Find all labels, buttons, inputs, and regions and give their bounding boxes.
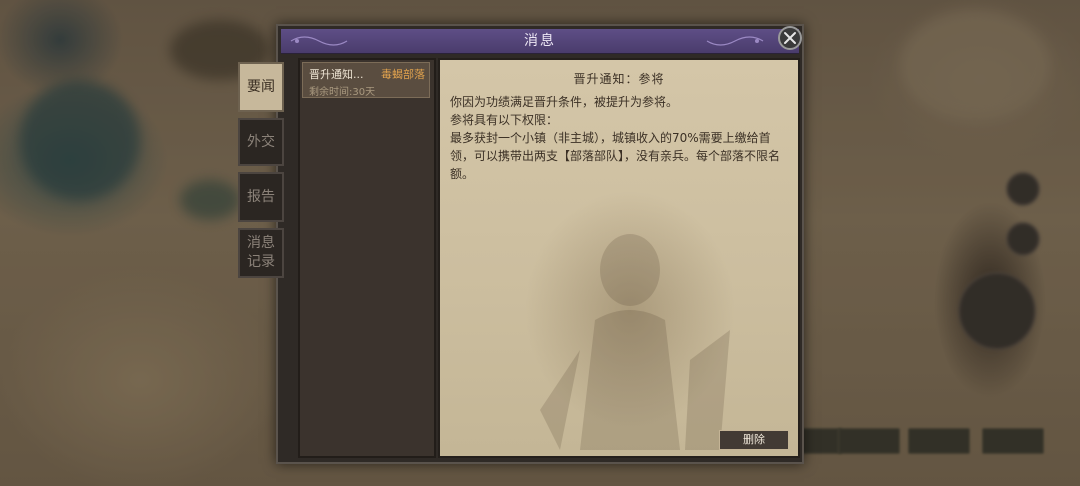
- message-dialog: 消息 要闻 外交 报告 消息 记录 晋升通知... 毒蝎部落 剩余时间:30天: [238, 24, 804, 464]
- tab-report[interactable]: 报告: [238, 172, 284, 222]
- close-icon: [784, 32, 796, 44]
- message-detail: 晋升通知：参将 你因为功绩满足晋升条件，被提升为参将。 参将具有以下权限： 最多…: [438, 58, 800, 458]
- message-tribe-tag: 毒蝎部落: [381, 68, 425, 81]
- tab-report-label: 报告: [247, 188, 275, 205]
- message-body: 你因为功绩满足晋升条件，被提升为参将。 参将具有以下权限： 最多获封一个小镇（非…: [450, 95, 781, 181]
- tab-news[interactable]: 要闻: [238, 62, 284, 112]
- tab-message-log-label: 消息 记录: [247, 235, 275, 270]
- dialog-title-bar: 消息: [281, 29, 799, 54]
- delete-button[interactable]: 删除: [719, 430, 789, 450]
- message-list: 晋升通知... 毒蝎部落 剩余时间:30天: [298, 58, 436, 458]
- message-remaining-time: 剩余时间:30天: [309, 87, 376, 98]
- parchment-illustration: [540, 234, 730, 450]
- message-title: 晋升通知...: [309, 68, 364, 81]
- close-button[interactable]: [778, 26, 802, 50]
- list-item[interactable]: 晋升通知... 毒蝎部落 剩余时间:30天: [302, 62, 430, 98]
- tab-news-label: 要闻: [247, 78, 275, 95]
- tab-message-log[interactable]: 消息 记录: [238, 228, 284, 278]
- message-heading: 晋升通知：参将: [573, 72, 665, 86]
- tab-diplomacy-label: 外交: [247, 133, 275, 150]
- title-ornament-right-icon: [706, 36, 764, 46]
- tab-diplomacy[interactable]: 外交: [238, 118, 284, 166]
